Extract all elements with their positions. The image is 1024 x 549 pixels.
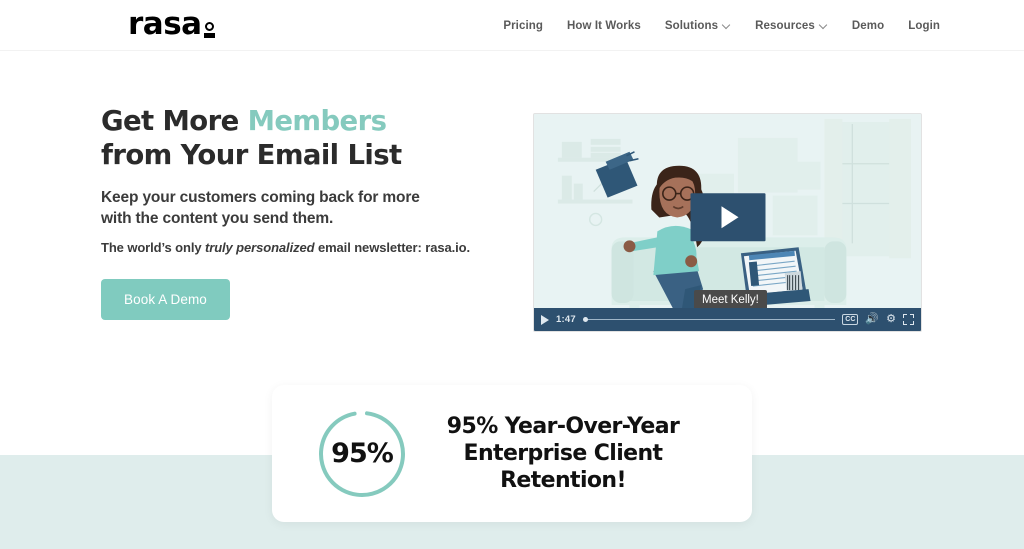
- headline-line-two: from Your Email List: [101, 139, 402, 171]
- video-play-button[interactable]: [690, 192, 765, 241]
- book-a-demo-button[interactable]: Book A Demo: [101, 279, 230, 320]
- logo-circle-icon: [204, 21, 214, 31]
- logo-io-icon: [203, 21, 215, 41]
- nav-label: Solutions: [664, 19, 719, 32]
- volume-icon[interactable]: 🔊: [865, 314, 879, 325]
- headline-plain: Get More: [101, 105, 248, 137]
- main-nav: Pricing How It Works Solutions Resources…: [491, 0, 952, 51]
- nav-item-demo[interactable]: Demo: [840, 20, 896, 32]
- nav-label: How It Works: [567, 19, 641, 32]
- stat-heading: 95% Year-Over-Year Enterprise Client Ret…: [408, 413, 752, 494]
- logo-bar-icon: [203, 33, 215, 38]
- video-player[interactable]: Meet Kelly! 1:47 CC 🔊 ⚙: [533, 113, 922, 332]
- nav-label: Login: [908, 19, 940, 32]
- tagline-post: email newsletter: rasa.io.: [314, 240, 470, 255]
- video-time: 1:47: [556, 314, 576, 325]
- logo-wordmark: rasa: [128, 6, 202, 42]
- chevron-down-icon: [723, 22, 731, 30]
- nav-label: Demo: [851, 19, 885, 32]
- tagline-pre: The world’s only: [101, 240, 205, 255]
- site-header: rasa Pricing How It Works Solutions Reso…: [0, 0, 1024, 51]
- stat-line-3: Retention!: [500, 468, 626, 493]
- nav-item-resources[interactable]: Resources: [743, 20, 840, 32]
- fullscreen-icon[interactable]: [903, 314, 914, 325]
- nav-label: Pricing: [503, 19, 543, 32]
- nav-item-how-it-works[interactable]: How It Works: [555, 20, 653, 32]
- site-logo[interactable]: rasa: [128, 9, 215, 40]
- donut-center-label: 95%: [331, 438, 394, 469]
- video-progress-bar[interactable]: [582, 315, 836, 324]
- nav-item-login[interactable]: Login: [896, 20, 952, 32]
- hero-subheading: Keep your customers coming back for more…: [101, 189, 420, 227]
- hero-tagline: The world’s only truly personalized emai…: [101, 240, 501, 255]
- headline-accent: Members: [247, 105, 387, 137]
- play-icon[interactable]: [541, 314, 549, 325]
- stat-line-1: 95% Year-Over-Year: [446, 414, 680, 439]
- landing-page: rasa Pricing How It Works Solutions Reso…: [0, 0, 1024, 549]
- progress-knob[interactable]: [582, 317, 588, 322]
- play-icon: [721, 205, 738, 228]
- closed-captions-icon[interactable]: CC: [842, 314, 859, 325]
- stat-card: 95% 95% Year-Over-Year Enterprise Client…: [272, 385, 752, 522]
- video-controls: 1:47 CC 🔊 ⚙: [534, 308, 921, 331]
- chevron-down-icon: [820, 22, 828, 30]
- retention-donut-chart: 95%: [316, 408, 408, 500]
- stat-line-2: Enterprise Client: [463, 441, 664, 466]
- nav-label: Resources: [755, 19, 815, 32]
- nav-item-pricing[interactable]: Pricing: [491, 20, 555, 32]
- nav-item-solutions[interactable]: Solutions: [653, 20, 743, 32]
- hero-copy: Get More Members from Your Email List Ke…: [101, 104, 501, 320]
- gear-icon[interactable]: ⚙: [886, 314, 896, 325]
- tagline-italic: truly personalized: [205, 240, 315, 255]
- page-title: Get More Members from Your Email List: [101, 104, 501, 172]
